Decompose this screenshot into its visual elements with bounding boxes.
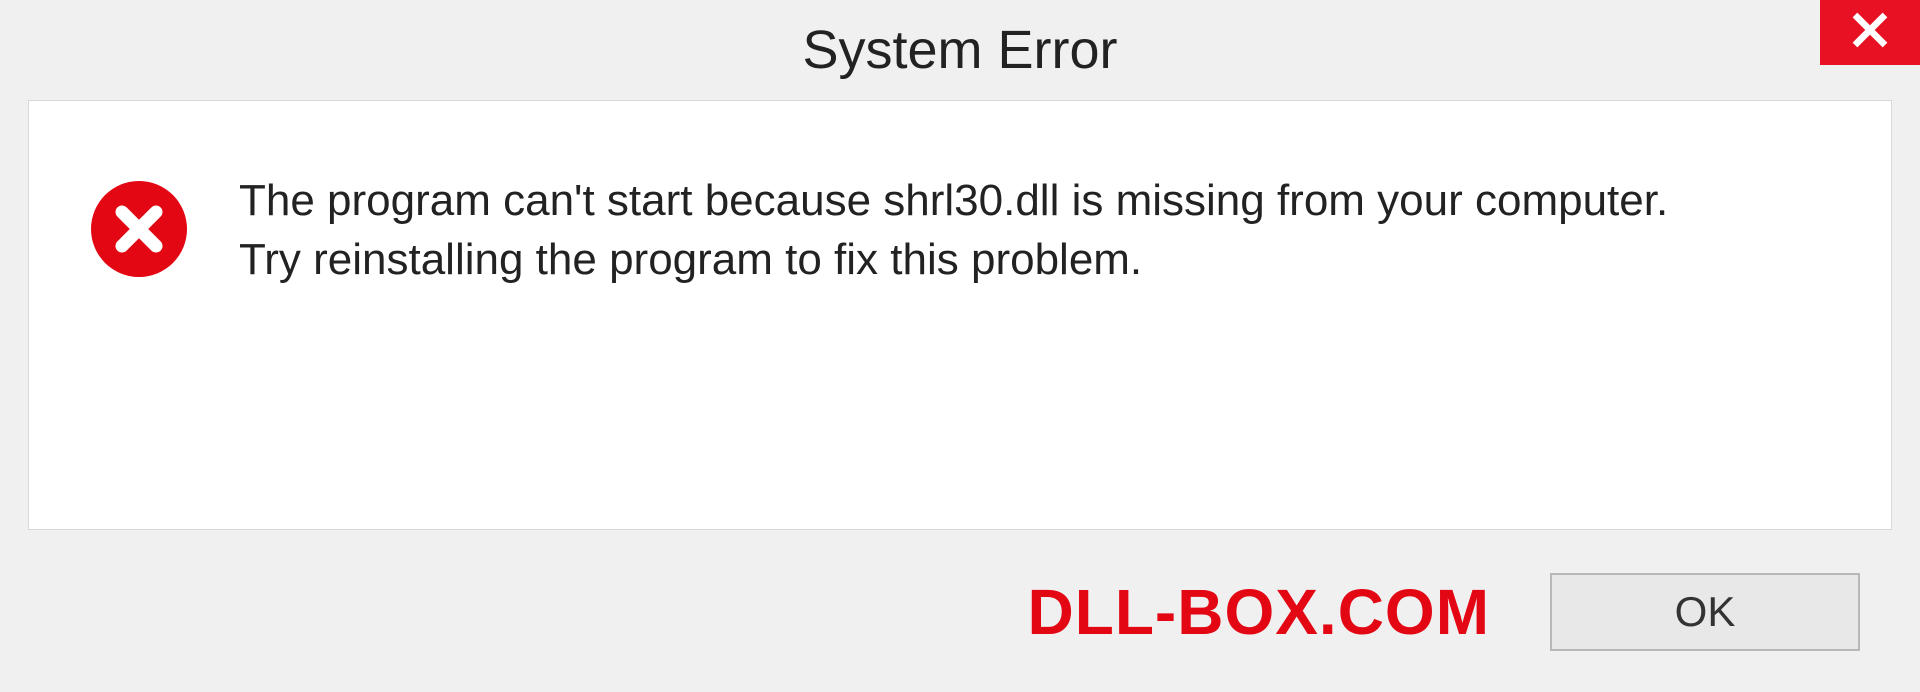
error-message-line2: Try reinstalling the program to fix this… — [239, 230, 1668, 289]
error-icon — [89, 179, 189, 279]
close-icon — [1851, 11, 1889, 54]
titlebar: System Error — [0, 0, 1920, 100]
dialog-title: System Error — [802, 19, 1117, 81]
error-message: The program can't start because shrl30.d… — [239, 171, 1668, 290]
content-panel: The program can't start because shrl30.d… — [28, 100, 1892, 530]
watermark-text: DLL-BOX.COM — [1028, 575, 1491, 649]
close-button[interactable] — [1820, 0, 1920, 65]
ok-button[interactable]: OK — [1550, 573, 1860, 651]
footer: DLL-BOX.COM OK — [0, 552, 1920, 692]
error-message-line1: The program can't start because shrl30.d… — [239, 171, 1668, 230]
